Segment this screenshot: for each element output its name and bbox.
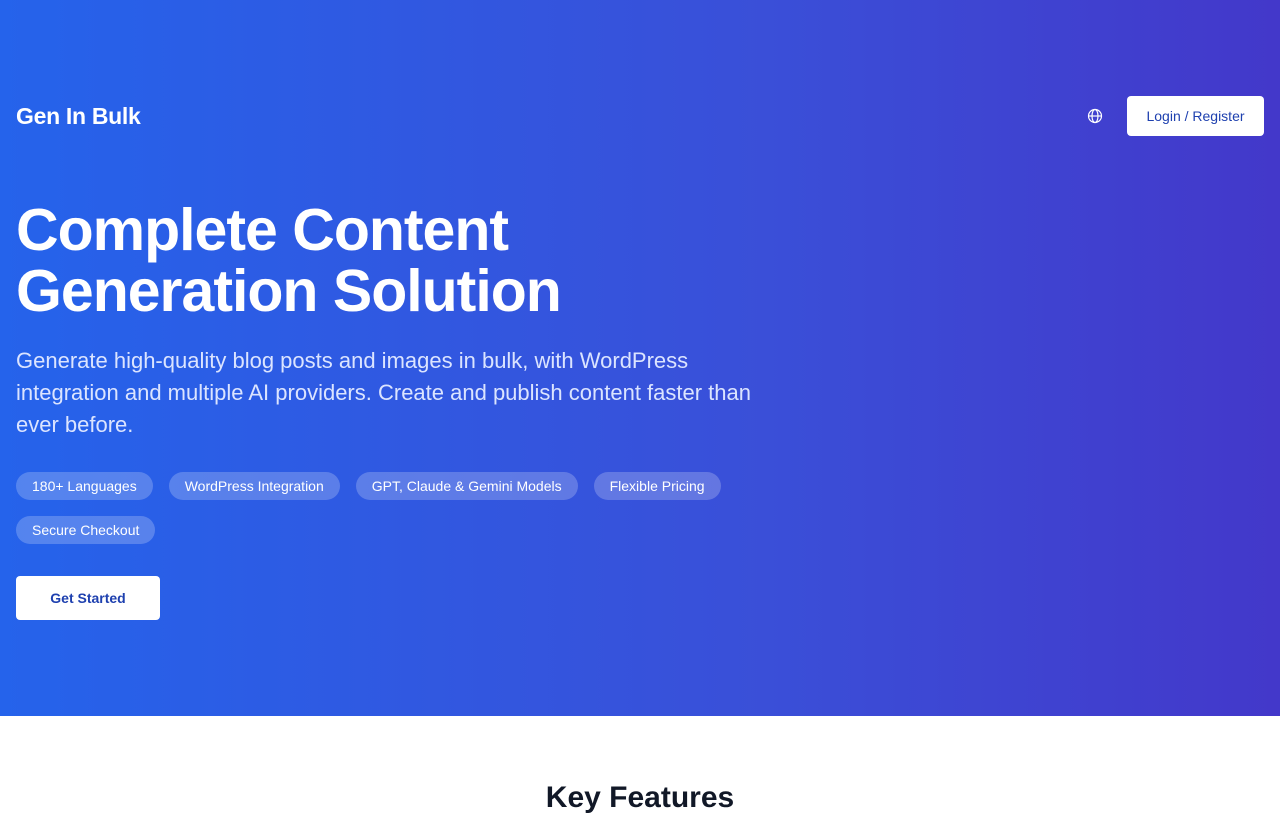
language-button[interactable]	[1080, 101, 1110, 131]
feature-tags: 180+ Languages WordPress Integration GPT…	[16, 472, 776, 544]
login-register-button[interactable]: Login / Register	[1127, 96, 1264, 136]
tag-pricing: Flexible Pricing	[593, 472, 721, 500]
hero-subtitle: Generate high-quality blog posts and ima…	[16, 348, 752, 437]
hero-section: Gen In Bulk Login / Register Complete Co…	[0, 0, 1280, 716]
tag-models: GPT, Claude & Gemini Models	[355, 472, 578, 500]
page-title: Complete Content Generation Solution	[16, 200, 776, 322]
page-title-line-1: Complete Content	[16, 197, 509, 263]
tag-checkout: Secure Checkout	[16, 516, 156, 544]
get-started-button[interactable]: Get Started	[16, 576, 160, 620]
globe-icon	[1087, 108, 1103, 124]
tag-languages: 180+ Languages	[16, 472, 153, 500]
page-title-line-2: Generation Solution	[16, 258, 562, 324]
section-title: Key Features	[545, 781, 735, 814]
tag-wordpress: WordPress Integration	[168, 472, 340, 500]
brand-logo[interactable]: Gen In Bulk	[16, 102, 141, 130]
